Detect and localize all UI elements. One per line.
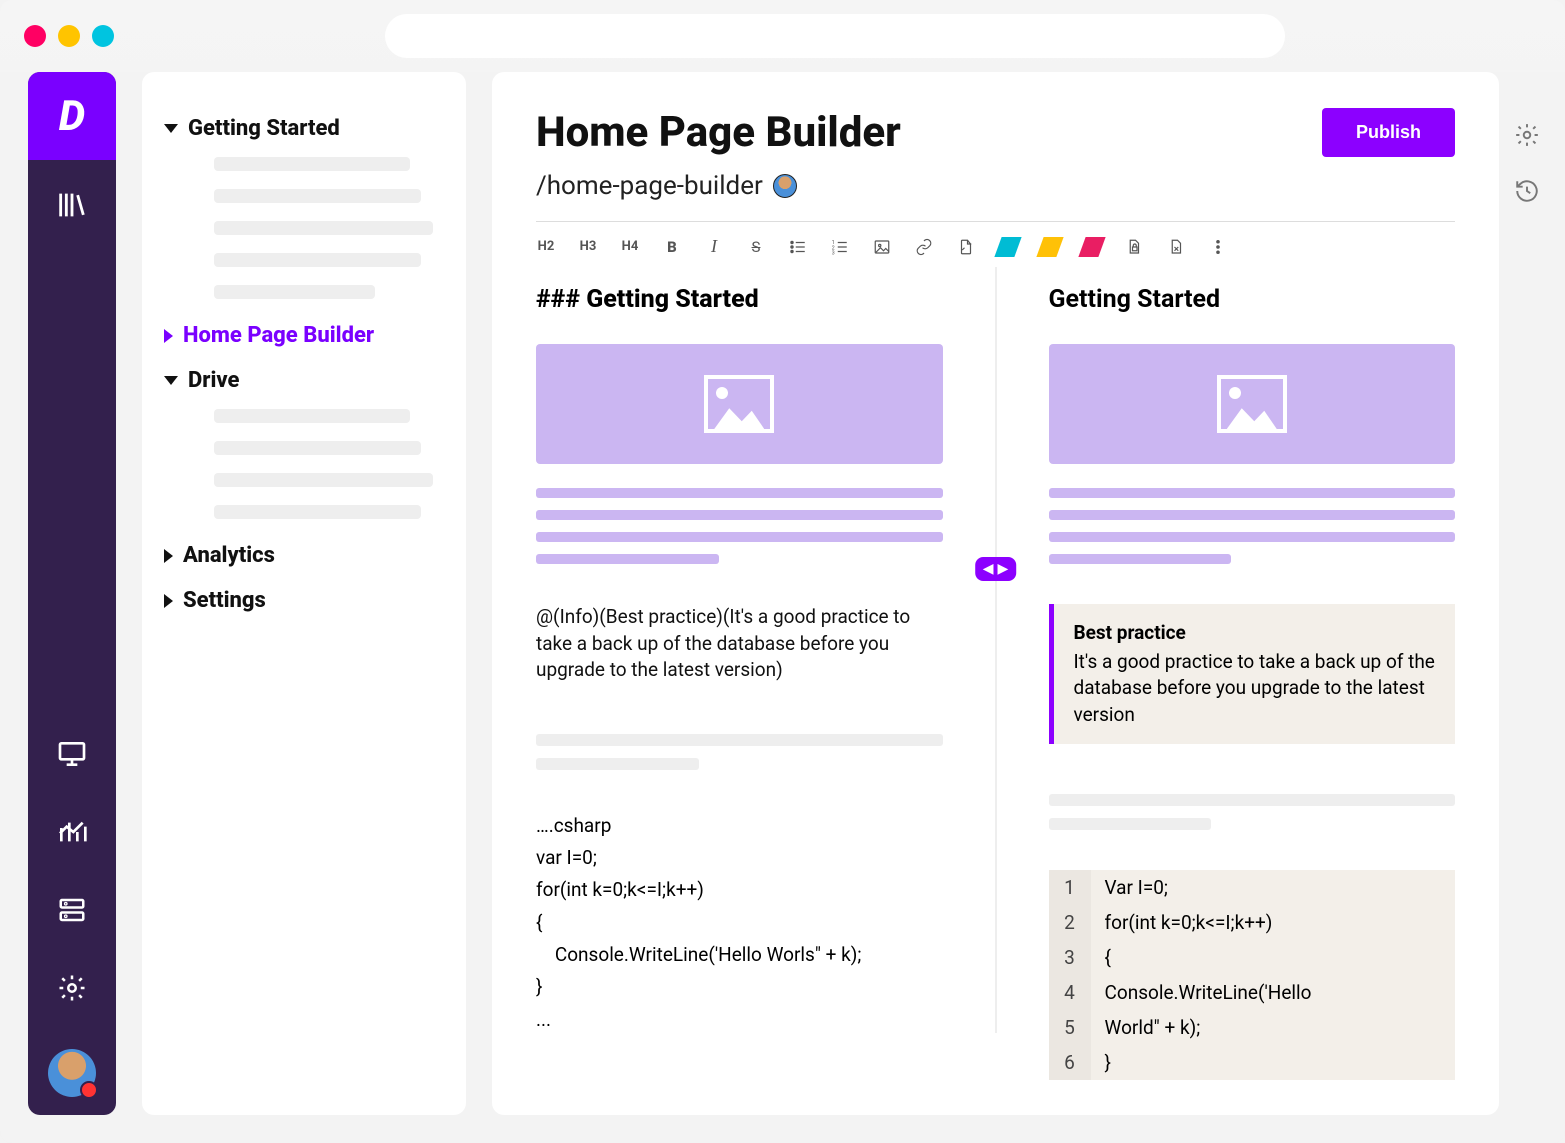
source-code: ….csharp var I=0; for(int k=0;k<=I;k++) … <box>536 810 943 1036</box>
window-minimize-dot[interactable] <box>58 25 80 47</box>
callout-body: It's a good practice to take a back up o… <box>1074 650 1435 726</box>
bold-button[interactable]: B <box>662 238 682 256</box>
page-settings-icon[interactable] <box>1514 122 1540 152</box>
source-pane[interactable]: ### Getting Started @(Info)(Best practic… <box>536 267 995 1033</box>
code-line: for(int k=0;k<=I;k++) <box>1091 905 1287 940</box>
caret-icon <box>164 124 178 133</box>
tree-item-settings[interactable]: Settings <box>164 578 444 623</box>
svg-text:3: 3 <box>832 251 835 257</box>
h4-button[interactable]: H4 <box>620 239 640 254</box>
caret-icon <box>164 329 173 343</box>
tree-item-label: Settings <box>183 588 266 613</box>
library-icon[interactable] <box>55 188 89 222</box>
code-line: World" + k); <box>1091 1010 1215 1045</box>
tree-placeholder <box>214 505 421 519</box>
callout-title: Best practice <box>1074 620 1436 647</box>
tree-item-getting-started[interactable]: Getting Started <box>164 106 444 151</box>
tree-placeholder <box>214 473 433 487</box>
server-icon[interactable] <box>55 893 89 927</box>
bullet-list-button[interactable] <box>788 237 808 256</box>
delete-page-button[interactable] <box>1166 237 1186 256</box>
right-tool-strip <box>1517 72 1565 1115</box>
more-menu-button[interactable] <box>1208 237 1228 256</box>
source-heading: ### Getting Started <box>536 285 943 314</box>
tree-placeholder <box>214 157 410 171</box>
highlight-blue-button[interactable] <box>994 237 1021 257</box>
nav-rail: D <box>28 72 116 1115</box>
history-icon[interactable] <box>1514 178 1540 208</box>
window-close-dot[interactable] <box>24 25 46 47</box>
source-callout: @(Info)(Best practice)(It's a good pract… <box>536 604 943 684</box>
tree-item-home-page-builder[interactable]: Home Page Builder <box>164 313 444 358</box>
code-line: Console.WriteLine('Hello <box>1091 975 1326 1010</box>
editor-toolbar: H2 H3 H4 B I S 123 <box>536 236 1455 267</box>
image-placeholder <box>536 344 943 464</box>
window-maximize-dot[interactable] <box>92 25 114 47</box>
window-titlebar <box>0 0 1565 72</box>
h3-button[interactable]: H3 <box>578 239 598 254</box>
image-button[interactable] <box>872 237 892 256</box>
line-number: 5 <box>1049 1010 1091 1045</box>
highlight-yellow-button[interactable] <box>1036 237 1063 257</box>
italic-button[interactable]: I <box>704 236 724 257</box>
line-number: 3 <box>1049 940 1091 975</box>
tree-item-drive[interactable]: Drive <box>164 358 444 403</box>
tree-item-label: Getting Started <box>188 116 340 141</box>
monitor-icon[interactable] <box>55 737 89 771</box>
tree-placeholder <box>214 441 421 455</box>
h2-button[interactable]: H2 <box>536 239 556 254</box>
strike-button[interactable]: S <box>746 238 766 256</box>
tree-item-label: Home Page Builder <box>183 323 374 348</box>
line-number: 4 <box>1049 975 1091 1010</box>
user-avatar[interactable] <box>48 1049 96 1097</box>
image-placeholder <box>1049 344 1456 464</box>
split-view-toggle[interactable]: ◀▶ <box>975 557 1017 581</box>
page-slug: /home-page-builder <box>536 171 763 201</box>
page-title: Home Page Builder <box>536 108 901 157</box>
tree-placeholder <box>214 409 410 423</box>
line-number: 2 <box>1049 905 1091 940</box>
author-avatar[interactable] <box>773 174 797 198</box>
link-button[interactable] <box>914 237 934 256</box>
ordered-list-button[interactable]: 123 <box>830 237 850 256</box>
caret-icon <box>164 594 173 608</box>
tree-item-label: Analytics <box>183 543 275 568</box>
tree-placeholder <box>214 189 421 203</box>
code-line: } <box>1091 1045 1125 1080</box>
tree-placeholder <box>214 253 421 267</box>
editor-panel: Home Page Builder Publish /home-page-bui… <box>492 72 1499 1115</box>
preview-pane: Getting Started Best practice It's a goo… <box>995 267 1456 1033</box>
tree-placeholder <box>214 285 375 299</box>
preview-heading: Getting Started <box>1049 285 1456 314</box>
analytics-icon[interactable] <box>55 815 89 849</box>
tree-item-label: Drive <box>188 368 239 393</box>
code-line: Var I=0; <box>1091 870 1182 905</box>
line-number: 1 <box>1049 870 1091 905</box>
page-tree-sidebar: Getting Started Home Page Builder Drive Ana… <box>142 72 466 1115</box>
lock-page-button[interactable] <box>1124 237 1144 256</box>
publish-button[interactable]: Publish <box>1322 108 1455 157</box>
preview-code-block: 1Var I=0;2for(int k=0;k<=I;k++)3{4 Conso… <box>1049 870 1456 1080</box>
app-logo[interactable]: D <box>28 72 116 160</box>
caret-icon <box>164 549 173 563</box>
file-button[interactable] <box>956 237 976 256</box>
tree-placeholder <box>214 221 433 235</box>
caret-icon <box>164 376 178 385</box>
address-bar[interactable] <box>385 14 1285 58</box>
tree-item-analytics[interactable]: Analytics <box>164 533 444 578</box>
settings-icon[interactable] <box>55 971 89 1005</box>
line-number: 6 <box>1049 1045 1091 1080</box>
code-line: { <box>1091 940 1125 975</box>
highlight-pink-button[interactable] <box>1078 237 1105 257</box>
preview-callout: Best practice It's a good practice to ta… <box>1049 604 1456 744</box>
